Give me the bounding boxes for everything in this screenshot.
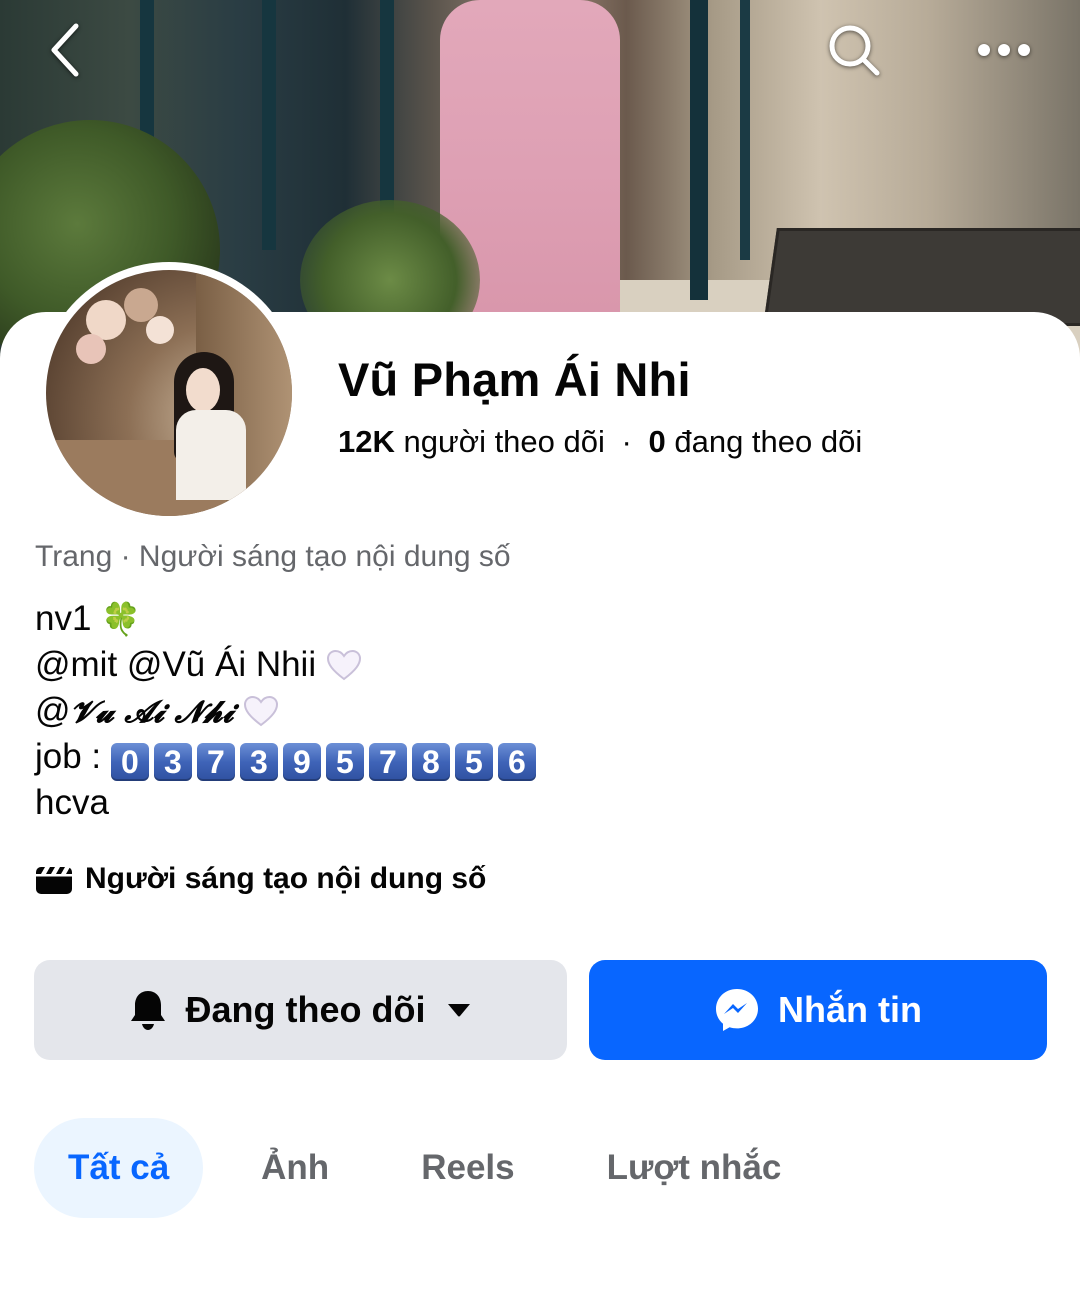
creator-badge: Người sáng tạo nội dung số (35, 862, 486, 896)
bio-styled-name: 𝓥𝓾 𝓐𝓲 𝓝𝓱𝓲 (70, 695, 234, 730)
phone-digit-keycap: 5 (454, 743, 493, 781)
creator-badge-label: Người sáng tạo nội dung số (85, 862, 487, 895)
white-heart-icon (243, 693, 279, 727)
followers-label: người theo dõi (403, 424, 605, 459)
profile-name: Vũ Phạm Ái Nhi (338, 353, 691, 406)
phone-digit-keycap: 3 (153, 743, 192, 781)
clover-emoji: 🍀 (101, 601, 142, 637)
bio: nv1 🍀 @mit @Vũ Ái Nhii @𝓥𝓾 𝓐𝓲 𝓝𝓱𝓲 job : … (35, 596, 541, 826)
phone-digit-keycap: 9 (282, 743, 321, 781)
following-button[interactable]: Đang theo dõi (34, 960, 567, 1060)
search-icon (829, 25, 880, 76)
phone-digit-keycap: 5 (325, 743, 364, 781)
phone-digit-keycap: 7 (368, 743, 407, 781)
bio-at-sign: @ (35, 691, 71, 730)
bio-line-3: @𝓥𝓾 𝓐𝓲 𝓝𝓱𝓲 (35, 688, 541, 734)
tab-reels[interactable]: Reels (387, 1118, 548, 1218)
balloon (146, 316, 174, 344)
tab-all[interactable]: Tất cả (34, 1118, 204, 1218)
bio-line-2: @mit @Vũ Ái Nhii (35, 642, 541, 688)
more-button[interactable] (972, 18, 1036, 82)
phone-digit-keycap: 7 (196, 743, 235, 781)
bio-mentions[interactable]: @mit @Vũ Ái Nhii (35, 645, 316, 684)
bio-line-5: hcva (35, 780, 541, 826)
door-frame (740, 0, 750, 260)
search-button[interactable] (822, 18, 886, 82)
phone-number: 0373957856 (110, 737, 541, 781)
bio-job-label: job : (35, 737, 102, 776)
bio-line-1: nv1 🍀 (35, 596, 541, 642)
following-button-label: Đang theo dõi (185, 989, 426, 1030)
tab-mentions[interactable]: Lượt nhắc (573, 1118, 816, 1218)
back-button[interactable] (34, 18, 98, 82)
profile-tabs: Tất cả Ảnh Reels Lượt nhắc (34, 1118, 815, 1218)
phone-digit-keycap: 3 (239, 743, 278, 781)
followers-count: 12K (338, 424, 395, 459)
follow-stats[interactable]: 12K người theo dõi · 0 đang theo dõi (338, 424, 862, 460)
bell-icon (130, 991, 165, 1030)
message-button[interactable]: Nhắn tin (589, 960, 1047, 1060)
message-button-label: Nhắn tin (778, 989, 922, 1030)
messenger-icon (716, 989, 758, 1031)
bio-text: hcva (35, 783, 109, 822)
stats-separator: · (621, 424, 632, 459)
avatar-person-body (176, 410, 246, 500)
more-horizontal-icon (978, 44, 1030, 56)
bio-text: nv1 (35, 599, 92, 638)
tab-photos[interactable]: Ảnh (227, 1118, 363, 1218)
following-label: đang theo dõi (674, 424, 863, 459)
bio-line-4: job : 0373957856 (35, 734, 541, 781)
balloon (76, 334, 106, 364)
page-category: Trang · Người sáng tạo nội dung số (35, 540, 511, 573)
phone-digit-keycap: 8 (411, 743, 450, 781)
door-frame (690, 0, 708, 300)
white-heart-icon (326, 647, 362, 681)
following-count: 0 (648, 424, 666, 459)
window-frame (262, 0, 276, 250)
phone-digit-keycap: 0 (110, 743, 149, 781)
clapperboard-icon (36, 867, 72, 894)
avatar[interactable] (46, 270, 292, 516)
chevron-left-icon (51, 23, 79, 77)
avatar-person-face (186, 368, 220, 412)
phone-digit-keycap: 6 (497, 743, 536, 781)
caret-down-icon (448, 1004, 471, 1017)
